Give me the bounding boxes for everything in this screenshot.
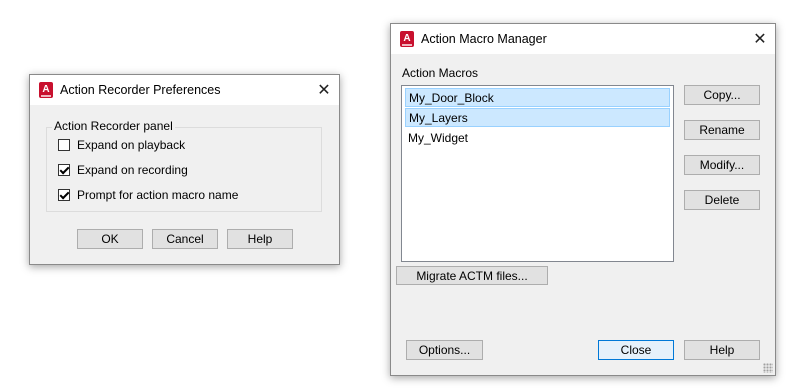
- help-button[interactable]: Help: [227, 229, 293, 249]
- delete-button[interactable]: Delete: [684, 190, 760, 210]
- list-item[interactable]: My_Door_Block: [405, 88, 670, 107]
- macro-name: My_Door_Block: [409, 90, 494, 105]
- ok-button[interactable]: OK: [77, 229, 143, 249]
- options-button[interactable]: Options...: [406, 340, 483, 360]
- expand-on-recording-checkbox[interactable]: Expand on recording: [58, 163, 188, 177]
- checkbox-box[interactable]: [58, 164, 70, 176]
- checkbox-label: Expand on recording: [77, 163, 188, 177]
- help-button[interactable]: Help: [684, 340, 760, 360]
- migrate-actm-files-button[interactable]: Migrate ACTM files...: [396, 266, 548, 285]
- checkbox-box[interactable]: [58, 189, 70, 201]
- macro-name: My_Layers: [409, 110, 468, 125]
- checkbox-label: Expand on playback: [77, 138, 186, 152]
- resize-grip[interactable]: [763, 363, 773, 373]
- list-item[interactable]: My_Widget: [405, 128, 670, 147]
- title-bar[interactable]: A Action Macro Manager ✕: [391, 24, 775, 54]
- autocad-icon: A: [39, 82, 53, 98]
- action-recorder-preferences-dialog: A Action Recorder Preferences ✕ Action R…: [29, 74, 340, 265]
- modify-button[interactable]: Modify...: [684, 155, 760, 175]
- autocad-icon: A: [400, 31, 414, 47]
- dialog-title: Action Macro Manager: [421, 32, 547, 46]
- action-macros-label: Action Macros: [402, 66, 479, 80]
- title-bar[interactable]: A Action Recorder Preferences ✕: [30, 75, 339, 105]
- group-label: Action Recorder panel: [52, 119, 175, 133]
- close-icon[interactable]: ✕: [309, 75, 339, 105]
- close-button[interactable]: Close: [598, 340, 674, 360]
- prompt-for-macro-name-checkbox[interactable]: Prompt for action macro name: [58, 188, 238, 202]
- action-macros-list[interactable]: My_Door_Block My_Layers My_Widget: [401, 85, 674, 262]
- rename-button[interactable]: Rename: [684, 120, 760, 140]
- action-macro-manager-dialog: A Action Macro Manager ✕ Action Macros M…: [390, 23, 776, 376]
- expand-on-playback-checkbox[interactable]: Expand on playback: [58, 138, 185, 152]
- cancel-button[interactable]: Cancel: [152, 229, 218, 249]
- close-icon[interactable]: ✕: [745, 24, 775, 54]
- checkbox-label: Prompt for action macro name: [77, 188, 239, 202]
- macro-name: My_Widget: [408, 130, 469, 145]
- list-item[interactable]: My_Layers: [405, 108, 670, 127]
- checkbox-box[interactable]: [58, 139, 70, 151]
- copy-button[interactable]: Copy...: [684, 85, 760, 105]
- dialog-title: Action Recorder Preferences: [60, 83, 221, 97]
